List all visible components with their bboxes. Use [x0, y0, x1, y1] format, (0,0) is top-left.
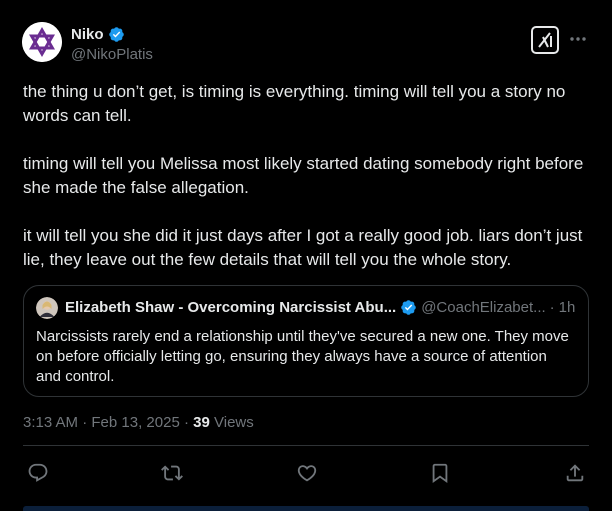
author-name-row[interactable]: Niko: [71, 26, 125, 43]
tweet-metadata: 3:13 AM · Feb 13, 2025 · 39 Views: [23, 414, 254, 431]
quoted-tweet-header: Elizabeth Shaw - Overcoming Narcissist A…: [65, 299, 580, 316]
tweet-paragraph: it will tell you she did it just days af…: [23, 226, 583, 269]
quoted-tweet[interactable]: Elizabeth Shaw - Overcoming Narcissist A…: [23, 285, 589, 397]
share-icon: [566, 464, 584, 482]
author-handle[interactable]: @NikoPlatis: [71, 46, 153, 63]
verified-badge-icon: [400, 299, 417, 316]
more-dots-icon: [570, 37, 586, 41]
tweet-text: the thing u don’t get, is timing is ever…: [23, 80, 591, 272]
grok-icon: [531, 26, 559, 54]
tweet-paragraph: the thing u don’t get, is timing is ever…: [23, 82, 566, 125]
bookmark-icon: [432, 463, 448, 484]
separator-dot: ·: [183, 414, 189, 431]
quoted-tweet-time: 1h: [558, 299, 576, 316]
more-options-button[interactable]: [568, 29, 588, 49]
tweet-time[interactable]: 3:13 AM: [23, 414, 78, 431]
heart-icon: [297, 465, 317, 482]
quoted-author-name: Elizabeth Shaw - Overcoming Narcissist A…: [65, 299, 397, 316]
reply-button[interactable]: [26, 461, 50, 485]
views-count[interactable]: 39: [193, 414, 210, 431]
reply-composer-edge: [23, 506, 589, 511]
author-name[interactable]: Niko: [71, 26, 104, 43]
retweet-button[interactable]: [160, 461, 184, 485]
reply-icon: [28, 463, 48, 482]
like-button[interactable]: [295, 461, 319, 485]
bookmark-button[interactable]: [428, 461, 452, 485]
divider: [23, 445, 589, 446]
retweet-icon: [161, 465, 183, 481]
views-label: Views: [214, 414, 254, 431]
verified-badge-icon: [108, 26, 125, 43]
grok-button[interactable]: [531, 26, 559, 54]
avatar[interactable]: [22, 22, 62, 62]
star-of-david-icon: [22, 22, 62, 62]
tweet-paragraph: timing will tell you Melissa most likely…: [23, 154, 584, 197]
quoted-author-handle: @CoachElizabet...: [421, 299, 546, 316]
separator-dot: ·: [549, 299, 555, 316]
separator-dot: ·: [82, 414, 88, 431]
tweet-date[interactable]: Feb 13, 2025: [91, 414, 179, 431]
quoted-author-avatar: [36, 297, 58, 319]
share-button[interactable]: [563, 461, 587, 485]
quoted-tweet-text: Narcissists rarely end a relationship un…: [36, 328, 569, 385]
